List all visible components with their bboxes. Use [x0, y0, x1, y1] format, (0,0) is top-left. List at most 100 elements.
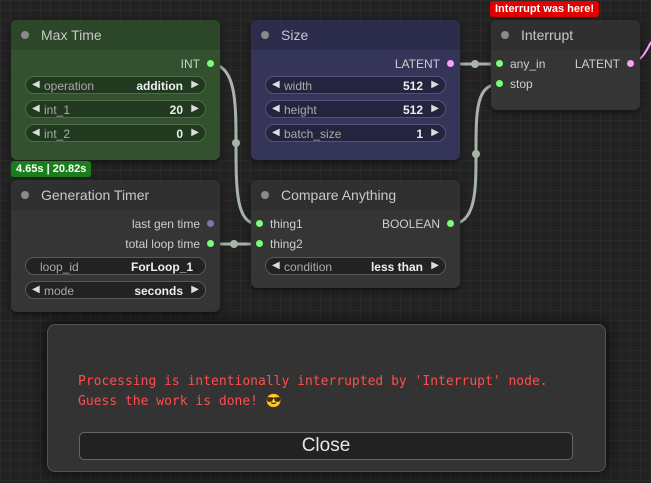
output-dot[interactable] [447, 220, 454, 227]
slot-label: stop [510, 77, 533, 91]
widget-batch-size[interactable]: ◀ batch_size 1 ▶ [265, 124, 446, 142]
arrow-left-icon[interactable]: ◀ [32, 127, 40, 138]
widget-value: seconds [134, 284, 183, 298]
input-dot[interactable] [256, 240, 263, 247]
node-title-bar[interactable]: Size [251, 20, 460, 50]
close-button[interactable]: Close [79, 432, 573, 460]
wire-midpoint [472, 150, 480, 158]
widget-int-2[interactable]: ◀ int_2 0 ▶ [25, 124, 206, 142]
collapse-dot[interactable] [21, 31, 29, 39]
node-title-bar[interactable]: Compare Anything [251, 180, 460, 210]
arrow-right-icon[interactable]: ▶ [191, 79, 199, 90]
collapse-dot[interactable] [261, 191, 269, 199]
node-interrupt[interactable]: Interrupt any_in LATENT stop [491, 20, 640, 110]
widget-loop-id[interactable]: loop_id ForLoop_1 [25, 257, 206, 275]
arrow-right-icon[interactable]: ▶ [431, 260, 439, 271]
arrow-right-icon[interactable]: ▶ [431, 79, 439, 90]
arrow-left-icon[interactable]: ◀ [272, 103, 280, 114]
widget-value: addition [136, 79, 183, 93]
widget-value: 512 [402, 79, 423, 93]
interrupt-dialog: Processing is intentionally interrupted … [47, 324, 606, 472]
arrow-right-icon[interactable]: ▶ [431, 127, 439, 138]
output-dot[interactable] [207, 60, 214, 67]
widget-condition[interactable]: ◀ condition less than ▶ [265, 257, 446, 275]
node-title: Max Time [41, 27, 102, 43]
arrow-right-icon[interactable]: ▶ [431, 103, 439, 114]
widget-label: int_2 [44, 127, 71, 141]
widget-label: int_1 [44, 103, 71, 117]
node-title: Size [281, 27, 309, 43]
slot-label: thing1 [270, 217, 303, 231]
node-max-time[interactable]: Max Time INT ◀ operation addition ▶ ◀ in… [11, 20, 220, 160]
node-title-bar[interactable]: Interrupt [491, 20, 640, 50]
slot-label: last gen time [131, 217, 200, 231]
node-title: Compare Anything [281, 187, 397, 203]
widget-label: loop_id [40, 260, 79, 274]
arrow-left-icon[interactable]: ◀ [272, 79, 280, 90]
collapse-dot[interactable] [501, 31, 509, 39]
node-size[interactable]: Size LATENT ◀ width 512 ▶ ◀ height 512 ▶… [251, 20, 460, 160]
widget-value: ForLoop_1 [131, 260, 193, 274]
interrupt-badge: Interrupt was here! [490, 1, 600, 17]
wire-midpoint [230, 240, 238, 248]
widget-int-1[interactable]: ◀ int_1 20 ▶ [25, 100, 206, 118]
input-slot-thing1[interactable]: thing1 BOOLEAN [251, 215, 460, 233]
arrow-right-icon[interactable]: ▶ [191, 103, 199, 114]
widget-label: mode [44, 284, 75, 298]
arrow-left-icon[interactable]: ◀ [272, 127, 280, 138]
collapse-dot[interactable] [261, 31, 269, 39]
output-dot[interactable] [207, 240, 214, 247]
widget-label: height [284, 103, 317, 117]
arrow-left-icon[interactable]: ◀ [32, 103, 40, 114]
input-slot-thing2[interactable]: thing2 [251, 235, 460, 253]
widget-mode[interactable]: ◀ mode seconds ▶ [25, 281, 206, 299]
input-slot-stop[interactable]: stop [491, 75, 640, 93]
wire-midpoint [232, 139, 240, 147]
node-compare-anything[interactable]: Compare Anything thing1 BOOLEAN thing2 ◀… [251, 180, 460, 288]
widget-label: condition [284, 260, 333, 274]
slot-label: LATENT [394, 57, 440, 71]
output-slot-int[interactable]: INT [11, 55, 220, 73]
widget-operation[interactable]: ◀ operation addition ▶ [25, 76, 206, 94]
output-slot-total-loop-time[interactable]: total loop time [11, 235, 220, 253]
widget-label: batch_size [284, 127, 342, 141]
input-dot[interactable] [496, 60, 503, 67]
collapse-dot[interactable] [21, 191, 29, 199]
widget-value: 1 [416, 127, 423, 141]
widget-value: less than [370, 260, 423, 274]
widget-label: width [284, 79, 313, 93]
slot-label: LATENT [574, 57, 620, 71]
arrow-right-icon[interactable]: ▶ [191, 284, 199, 295]
slot-label: BOOLEAN [381, 217, 440, 231]
widget-value: 20 [169, 103, 183, 117]
node-generation-timer[interactable]: Generation Timer last gen time total loo… [11, 180, 220, 312]
widget-width[interactable]: ◀ width 512 ▶ [265, 76, 446, 94]
output-dot[interactable] [207, 220, 214, 227]
node-title: Generation Timer [41, 187, 150, 203]
slot-label: any_in [510, 57, 546, 71]
widget-height[interactable]: ◀ height 512 ▶ [265, 100, 446, 118]
slot-label: thing2 [270, 237, 303, 251]
slot-label: INT [180, 57, 200, 71]
arrow-left-icon[interactable]: ◀ [272, 260, 280, 271]
output-slot-last-gen-time[interactable]: last gen time [11, 215, 220, 233]
widget-label: operation [44, 79, 95, 93]
node-title-bar[interactable]: Generation Timer [11, 180, 220, 210]
widget-value: 512 [402, 103, 423, 117]
widget-value: 0 [176, 127, 183, 141]
input-dot[interactable] [256, 220, 263, 227]
node-title: Interrupt [521, 27, 574, 43]
dialog-message: Processing is intentionally interrupted … [78, 374, 548, 409]
input-dot[interactable] [496, 80, 503, 87]
input-slot-any-in[interactable]: any_in LATENT [491, 55, 640, 73]
node-title-bar[interactable]: Max Time [11, 20, 220, 50]
output-slot-latent[interactable]: LATENT [251, 55, 460, 73]
timer-badge: 4.65s | 20.82s [11, 161, 92, 177]
output-dot[interactable] [447, 60, 454, 67]
slot-label: total loop time [125, 237, 200, 251]
wire-midpoint [471, 60, 479, 68]
arrow-right-icon[interactable]: ▶ [191, 127, 199, 138]
output-dot[interactable] [627, 60, 634, 67]
arrow-left-icon[interactable]: ◀ [32, 284, 40, 295]
arrow-left-icon[interactable]: ◀ [32, 79, 40, 90]
